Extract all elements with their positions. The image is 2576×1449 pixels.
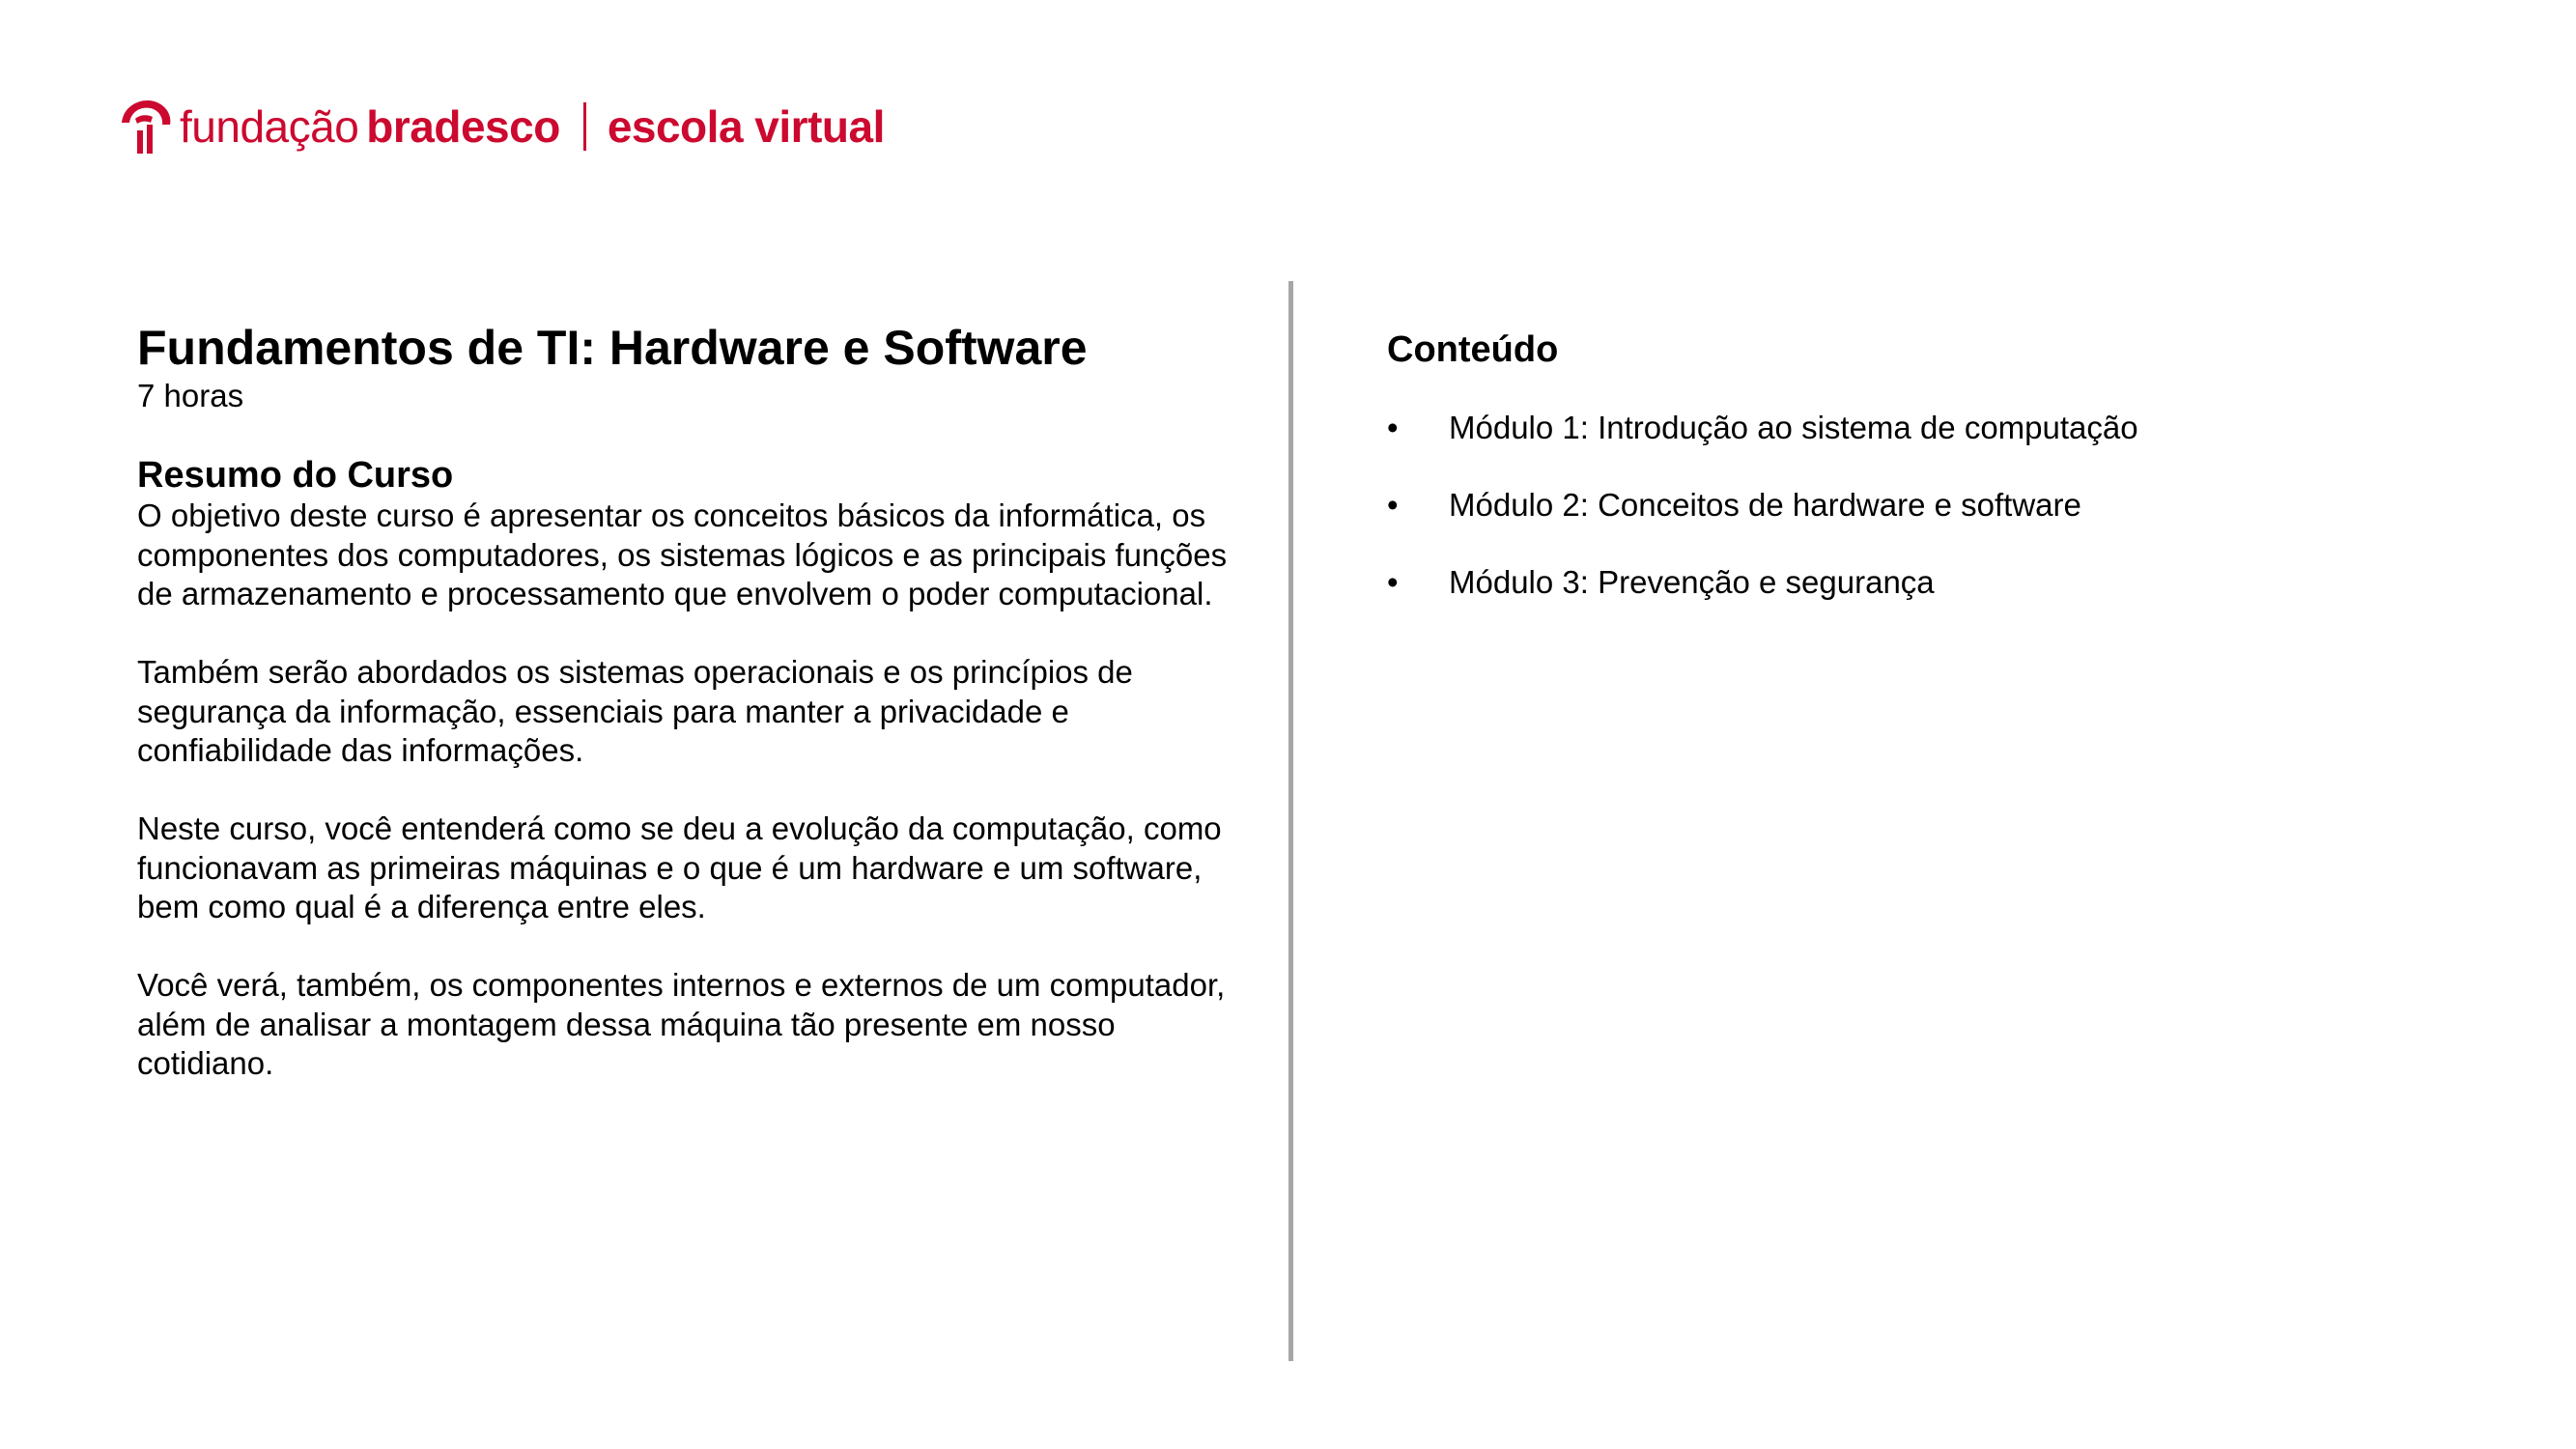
- list-item: • Módulo 3: Prevenção e segurança: [1387, 563, 2498, 602]
- module-label: Módulo 2: Conceitos de hardware e softwa…: [1449, 487, 2081, 523]
- content-column: Conteúdo • Módulo 1: Introdução ao siste…: [1387, 328, 2498, 640]
- brand-separator: [582, 102, 586, 151]
- summary-paragraph: Neste curso, você entenderá como se deu …: [137, 810, 1222, 924]
- course-summary-column: Fundamentos de TI: Hardware e Software 7…: [137, 319, 1248, 1122]
- summary-paragraph: Você verá, também, os componentes intern…: [137, 967, 1226, 1081]
- bullet-icon: •: [1387, 564, 1399, 600]
- course-duration: 7 horas: [137, 378, 244, 413]
- column-divider: [1288, 281, 1293, 1361]
- module-label: Módulo 3: Prevenção e segurança: [1449, 564, 1935, 600]
- bradesco-tree-icon: [122, 99, 171, 154]
- summary-paragraph: Também serão abordados os sistemas opera…: [137, 654, 1133, 768]
- bullet-icon: •: [1387, 410, 1399, 445]
- brand-wordmark: fundação bradesco escola virtual: [180, 102, 885, 151]
- bullet-icon: •: [1387, 487, 1399, 523]
- summary-heading: Resumo do Curso: [137, 455, 454, 496]
- module-list: • Módulo 1: Introdução ao sistema de com…: [1387, 409, 2498, 602]
- module-label: Módulo 1: Introdução ao sistema de compu…: [1449, 410, 2138, 445]
- brand-logo: fundação bradesco escola virtual: [116, 93, 885, 160]
- list-item: • Módulo 2: Conceitos de hardware e soft…: [1387, 486, 2498, 525]
- list-item: • Módulo 1: Introdução ao sistema de com…: [1387, 409, 2498, 447]
- content-heading: Conteúdo: [1387, 329, 1559, 370]
- brand-subtitle: escola virtual: [607, 101, 886, 152]
- brand-name-bold: bradesco: [366, 101, 560, 152]
- brand-name-light: fundação: [180, 101, 359, 152]
- course-title: Fundamentos de TI: Hardware e Software: [137, 321, 1088, 375]
- summary-paragraph: O objetivo deste curso é apresentar os c…: [137, 497, 1228, 611]
